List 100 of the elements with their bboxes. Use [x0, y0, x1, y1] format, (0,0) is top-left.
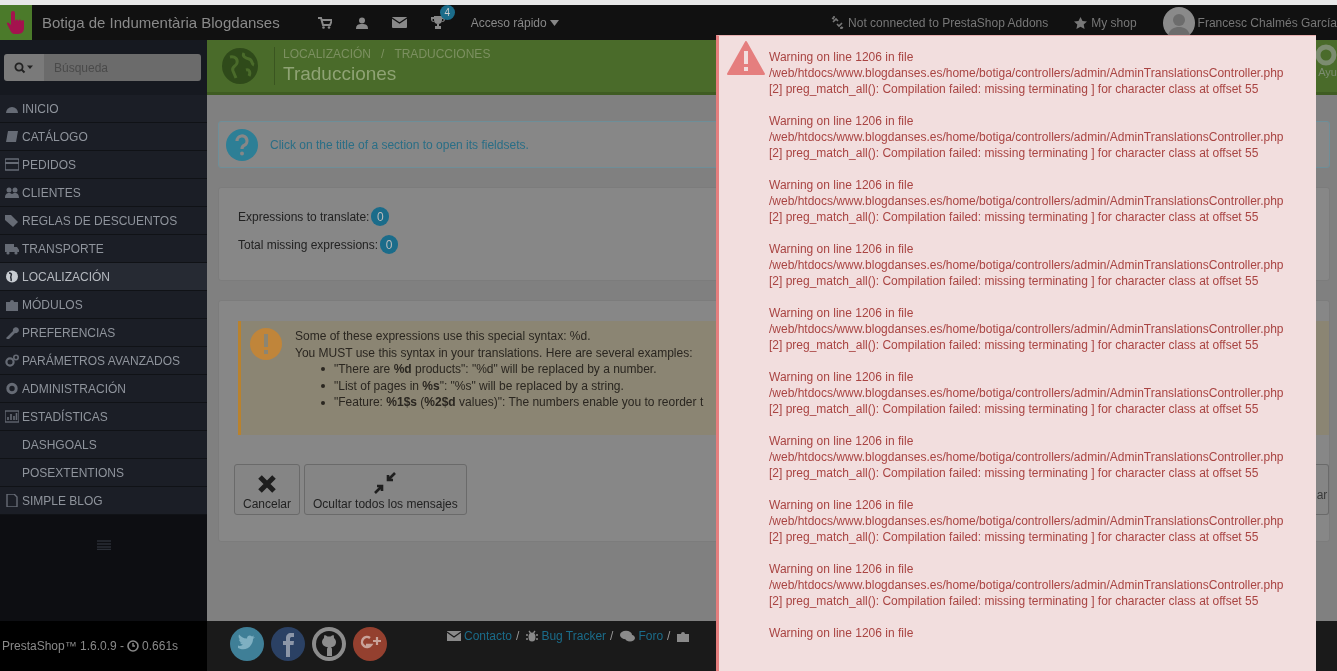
warning-heading: Warning on line 1206 in file: [769, 113, 914, 129]
version-text: PrestaShop™ 1.6.0.9 -: [2, 639, 125, 653]
github-icon[interactable]: [312, 627, 346, 661]
warning-heading: Warning on line 1206 in file: [769, 305, 914, 321]
notification-badge: 4: [439, 5, 455, 20]
sidebar-item[interactable]: PEDIDOS: [0, 151, 207, 179]
user-name[interactable]: Francesc Chalmés García: [1197, 15, 1337, 30]
sidebar-item[interactable]: ADMINISTRACIÓN: [0, 375, 207, 403]
truck-icon: [5, 242, 19, 255]
quick-access-dropdown[interactable]: Acceso rápido: [470, 15, 559, 30]
sidebar-item[interactable]: PREFERENCIAS: [0, 319, 207, 347]
file-icon: [5, 494, 19, 507]
error-message: [2] preg_match_all(): Compilation failed: missing terminating ] for character class at offset 55: [769, 465, 1259, 481]
error-message: [2] preg_match_all(): Compilation failed: missing terminating ] for character class at offset 55: [769, 81, 1259, 97]
example-text: "List of pages in %s": "%s" will be replaced by a string.: [334, 377, 624, 395]
puzzle-icon: [677, 630, 691, 642]
sidebar-item[interactable]: LOCALIZACIÓN: [0, 263, 207, 291]
file-path: /web/htdocs/www.blogdanses.es/home/botiga/controllers/admin/AdminTranslationsController.php: [769, 65, 1284, 81]
file-path: /web/htdocs/www.blogdanses.es/home/botiga/controllers/admin/AdminTranslationsController.php: [769, 129, 1284, 145]
warning-heading: Warning on line 1206 in file: [769, 369, 914, 385]
card-icon: [5, 158, 19, 171]
envelope-icon: [447, 631, 461, 641]
bug-icon: [526, 630, 539, 642]
cart-icon[interactable]: [317, 16, 332, 29]
warning-triangle-icon: [727, 41, 765, 75]
bullet-icon: [321, 400, 325, 405]
puzzle-icon: [5, 298, 19, 311]
error-message: [2] preg_match_all(): Compilation failed: missing terminating ] for character class at offset 55: [769, 209, 1259, 225]
error-message: [2] preg_match_all(): Compilation failed: missing terminating ] for character class at offset 55: [769, 145, 1259, 161]
error-message: [2] preg_match_all(): Compilation failed: missing terminating ] for character class at offset 55: [769, 529, 1259, 545]
sidebar-item[interactable]: INICIO: [0, 95, 207, 123]
warning-heading: Warning on line 1206 in file: [769, 561, 914, 577]
google-plus-icon[interactable]: [353, 627, 387, 661]
clock-icon: [127, 640, 140, 652]
my-shop-link[interactable]: My shop: [1091, 15, 1137, 30]
trophy-icon[interactable]: [430, 16, 445, 29]
addons-status[interactable]: Not connected to PrestaShop Addons: [848, 15, 1049, 30]
chart-icon: [5, 410, 19, 423]
sidebar-item[interactable]: DASHGOALS: [0, 431, 207, 459]
file-path: /web/htdocs/www.blogdanses.es/home/botiga/controllers/admin/AdminTranslationsController.php: [769, 385, 1284, 401]
bird-icon[interactable]: [230, 627, 264, 661]
bullet-icon: [321, 367, 325, 372]
sidebar-item[interactable]: REGLAS DE DESCUENTOS: [0, 207, 207, 235]
example-text: "Feature: %1$s (%2$d values)": The numbers enable you to reorder t: [334, 394, 704, 411]
question-icon: [226, 128, 258, 161]
stat-label: Expressions to translate:: [238, 209, 370, 224]
shop-name[interactable]: Botiga de Indumentària Blogdanses: [42, 14, 280, 31]
link-separator: /: [667, 629, 671, 643]
count-badge: 0: [371, 207, 390, 226]
sidebar-item[interactable]: TRANSPORTE: [0, 235, 207, 263]
error-message: [2] preg_match_all(): Compilation failed: missing terminating ] for character class at offset 55: [769, 401, 1259, 417]
warning-heading: Warning on line 1206 in file: [769, 497, 914, 513]
sidebar-item[interactable]: CATÁLOGO: [0, 123, 207, 151]
facebook-icon[interactable]: [271, 627, 305, 661]
file-path: /web/htdocs/www.blogdanses.es/home/botiga/controllers/admin/AdminTranslationsController.php: [769, 321, 1284, 337]
envelope-icon[interactable]: [391, 17, 407, 28]
sidebar-item[interactable]: PARÁMETROS AVANZADOS: [0, 347, 207, 375]
book-icon: [5, 130, 19, 143]
file-path: /web/htdocs/www.blogdanses.es/home/botiga/controllers/admin/AdminTranslationsController.php: [769, 449, 1284, 465]
star-icon: [1074, 16, 1088, 29]
cancel-button[interactable]: Cancelar: [234, 464, 301, 515]
chat-icon: [620, 630, 636, 642]
gears-icon: [5, 354, 19, 367]
close-icon: [257, 474, 277, 494]
sidebar-item[interactable]: ESTADÍSTICAS: [0, 403, 207, 431]
save-button[interactable]: ar: [1316, 464, 1329, 515]
warning-heading: Warning on line 1206 in file: [769, 625, 914, 641]
info-text: Click on the title of a section to open its fieldsets.: [270, 137, 529, 152]
hand-pointer-icon: [6, 10, 26, 35]
users-icon: [5, 186, 19, 199]
alert-text: Some of these expressions use this special syntax: %d.: [295, 328, 591, 345]
sidebar-item[interactable]: MÓDULOS: [0, 291, 207, 319]
load-time: 0.661s: [142, 639, 179, 653]
error-message: [2] preg_match_all(): Compilation failed: missing terminating ] for character class at offset 55: [769, 273, 1259, 289]
breadcrumb-separator: /: [381, 47, 385, 61]
compress-arrows-icon: [374, 472, 397, 494]
footer-link[interactable]: Contacto: [464, 629, 513, 643]
footer-link[interactable]: Bug Tracker: [541, 629, 607, 643]
file-path: /web/htdocs/www.blogdanses.es/home/botiga/controllers/admin/AdminTranslationsController.php: [769, 257, 1284, 273]
stat-label: Total missing expressions:: [238, 237, 379, 252]
bullet-icon: [321, 384, 325, 389]
error-message: [2] preg_match_all(): Compilation failed: missing terminating ] for character class at offset 55: [769, 593, 1259, 609]
hide-messages-button[interactable]: Ocultar todos los mensajes: [304, 464, 467, 515]
page-title: Traducciones: [283, 63, 398, 85]
warning-heading: Warning on line 1206 in file: [769, 433, 914, 449]
search-scope-button[interactable]: [4, 54, 44, 81]
warning-heading: Warning on line 1206 in file: [769, 241, 914, 257]
exclamation-icon: [250, 328, 282, 360]
example-text: "There are %d products": "%d" will be replaced by a number.: [334, 361, 657, 378]
link-separator: /: [516, 629, 520, 643]
file-path: /web/htdocs/www.blogdanses.es/home/botiga/controllers/admin/AdminTranslationsController.php: [769, 513, 1284, 529]
sidebar-item[interactable]: CLIENTES: [0, 179, 207, 207]
sidebar-item[interactable]: SIMPLE BLOG: [0, 487, 207, 515]
search-icon: [14, 61, 34, 74]
sidebar-item[interactable]: POSEXTENTIONS: [0, 459, 207, 487]
footer-link[interactable]: Foro: [638, 629, 664, 643]
user-icon[interactable]: [355, 16, 368, 29]
caret-icon: [549, 19, 559, 26]
file-path: /web/htdocs/www.blogdanses.es/home/botiga/controllers/admin/AdminTranslationsController.php: [769, 193, 1284, 209]
alert-text: You MUST use this syntax in your translations. Here are several examples:: [295, 344, 693, 362]
